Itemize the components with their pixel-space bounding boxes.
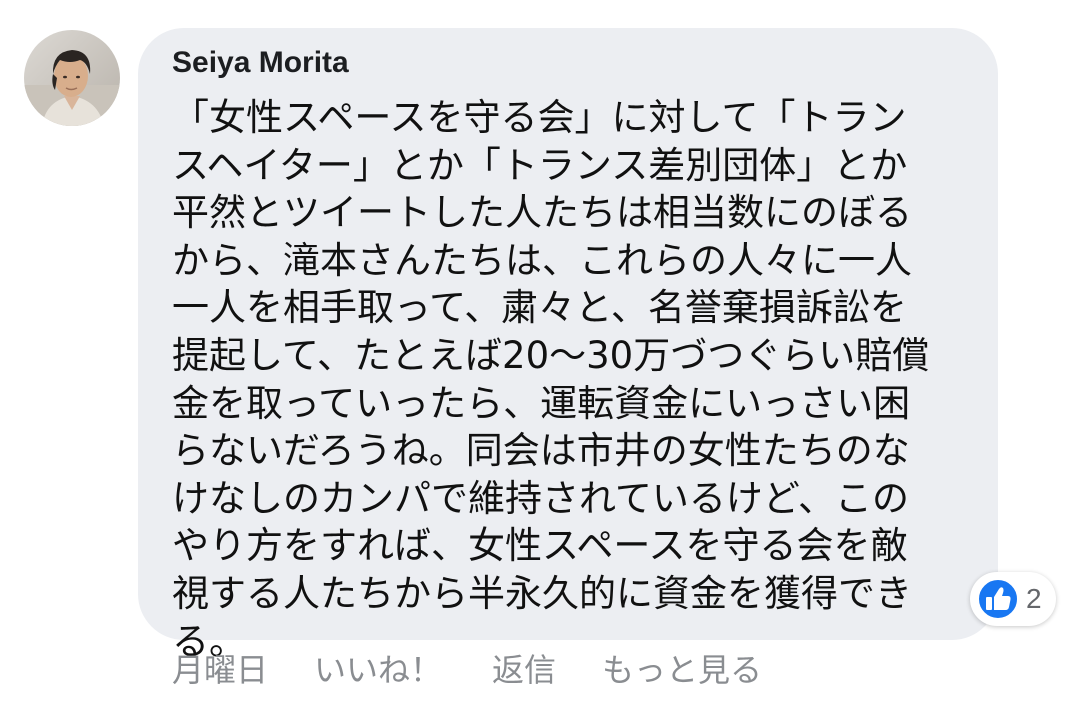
timestamp[interactable]: 月曜日 [172,648,268,692]
avatar-photo-icon [24,30,120,126]
comment-line: 平然とツイートした人たちは相当数にのぼる [172,191,912,235]
comment: Seiya Morita 「女性スペースを守る会」に対して「トラン スヘイター」… [0,0,1080,717]
comment-line: らないだろうね。同会は市井の女性たちのな [172,429,910,473]
reaction-count: 2 [1026,583,1042,614]
comment-line: 提起して、たとえば20～30万づつぐらい賠償 [172,333,930,377]
see-more-button[interactable]: もっと見る [602,648,762,692]
like-button[interactable]: いいね！ [314,648,442,692]
reply-button[interactable]: 返信 [492,648,556,692]
comment-line: 金を取っていったら、運転資金にいっさい困 [172,381,911,425]
comment-line: 「女性スペースを守る会」に対して「トラン [172,96,907,139]
avatar[interactable] [24,30,120,126]
author-name[interactable]: Seiya Morita [172,44,349,82]
comment-line: やり方をすれば、女性スペースを守る会を敵 [172,524,908,568]
comment-actions: 月曜日 いいね！ 返信 もっと見る [172,648,762,692]
comment-line: けなしのカンパで維持されているけど、この [172,476,910,520]
comment-line: スヘイター」とか「トランス差別団体」とか [172,143,908,187]
reaction-summary[interactable]: 2 [970,572,1056,626]
comment-line: 一人を相手取って、粛々と、名誉棄損訴訟を [172,286,907,330]
comment-line: 視する人たちから半永久的に資金を獲得でき [172,571,912,615]
comment-text: 「女性スペースを守る会」に対して「トラン スヘイター」とか「トランス差別団体」と… [172,94,962,665]
like-icon [977,578,1019,620]
comment-line: から、滝本さんたちは、これらの人々に一人 [172,238,912,282]
